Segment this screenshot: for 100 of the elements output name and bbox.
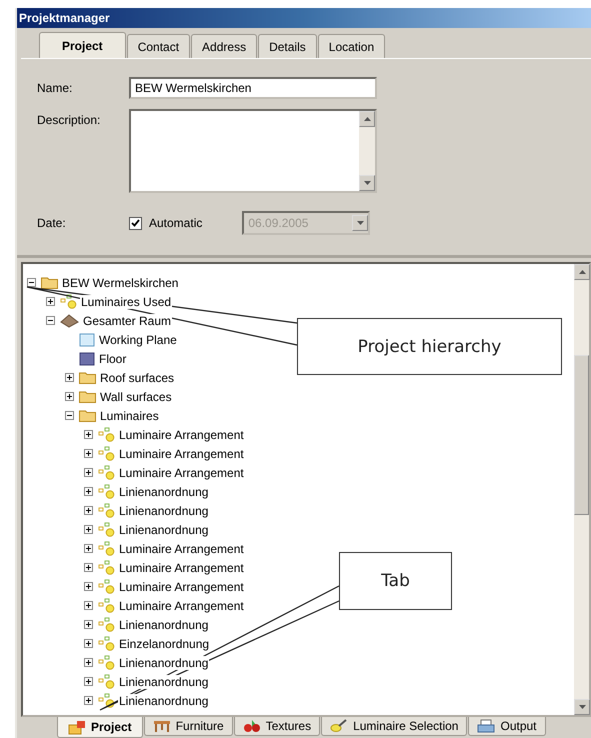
luminaire-group-icon	[60, 294, 77, 309]
tab[interactable]: Furniture	[144, 717, 233, 736]
tree-item[interactable]: Linienanordnung	[118, 656, 210, 670]
tree-item[interactable]: Luminaire Arrangement	[118, 446, 245, 460]
scroll-down-icon	[356, 221, 364, 225]
expand-toggle[interactable]	[65, 373, 74, 382]
tree-item[interactable]: Linienanordnung	[118, 694, 210, 708]
table-icon	[152, 720, 171, 732]
field-label: Name:	[37, 80, 74, 95]
description-field[interactable]	[129, 109, 377, 193]
expand-toggle[interactable]	[84, 677, 93, 686]
tab[interactable]: Contact	[126, 34, 190, 58]
plus-icon	[86, 470, 91, 475]
folder-icon	[41, 276, 58, 289]
texture-icon	[242, 718, 261, 734]
plus-icon	[86, 622, 91, 627]
plus-icon	[48, 299, 53, 304]
tab[interactable]: Output	[468, 717, 546, 736]
tree-item[interactable]: Linienanordnung	[118, 484, 210, 498]
minus-icon	[29, 280, 34, 285]
expand-toggle[interactable]	[84, 449, 93, 458]
expand-toggle[interactable]	[46, 297, 55, 306]
expand-toggle[interactable]	[84, 620, 93, 629]
luminaire-group-icon	[98, 655, 115, 670]
expand-toggle[interactable]	[84, 525, 93, 534]
plus-icon	[86, 698, 91, 703]
plus-icon	[86, 641, 91, 646]
collapse-toggle[interactable]	[46, 316, 55, 325]
folder-icon	[79, 409, 96, 422]
tree-item[interactable]: Wall surfaces	[99, 390, 173, 404]
lamp-icon	[330, 719, 348, 733]
luminaire-group-icon	[98, 560, 115, 575]
callout-label: Project hierarchy	[297, 318, 562, 375]
plane-icon	[79, 332, 95, 346]
callout-label: Tab	[339, 552, 452, 610]
tab[interactable]: Location	[318, 34, 386, 58]
luminaire-group-icon	[98, 541, 115, 556]
luminaire-group-icon	[98, 579, 115, 594]
tree-item[interactable]: Luminaires Used	[80, 294, 172, 308]
folder-icon	[68, 720, 86, 734]
printer-icon	[477, 719, 496, 733]
plus-icon	[86, 527, 91, 532]
expand-toggle[interactable]	[84, 430, 93, 439]
expand-toggle[interactable]	[84, 696, 93, 705]
tree-item[interactable]: Roof surfaces	[99, 370, 176, 384]
luminaire-group-icon	[98, 446, 115, 461]
tree-item[interactable]: Floor	[98, 352, 128, 366]
tree-item[interactable]: Luminaire Arrangement	[118, 428, 245, 442]
plus-icon	[86, 508, 91, 513]
plus-icon	[86, 432, 91, 437]
tab[interactable]: Details	[258, 34, 317, 58]
tree-item[interactable]: Working Plane	[98, 332, 178, 346]
folder-icon	[79, 371, 96, 384]
tree-item[interactable]: Linienanordnung	[118, 674, 210, 688]
collapse-toggle[interactable]	[27, 278, 36, 287]
expand-toggle[interactable]	[84, 639, 93, 648]
plus-icon	[86, 660, 91, 665]
tab[interactable]: Textures	[234, 717, 320, 736]
scroll-up-icon	[364, 117, 370, 121]
scrollbar[interactable]	[574, 264, 589, 715]
tab[interactable]: Address	[191, 34, 258, 58]
expand-toggle[interactable]	[84, 468, 93, 477]
name-field[interactable]: BEW Wermelskirchen	[129, 77, 377, 99]
expand-toggle[interactable]	[84, 563, 93, 572]
expand-toggle[interactable]	[84, 601, 93, 610]
expand-toggle[interactable]	[84, 506, 93, 515]
luminaire-group-icon	[98, 636, 115, 651]
tree-item[interactable]: Linienanordnung	[118, 522, 210, 536]
tree-item[interactable]: Luminaire Arrangement	[118, 466, 245, 480]
expand-toggle[interactable]	[84, 544, 93, 553]
plus-icon	[67, 375, 72, 380]
luminaire-group-icon	[98, 598, 115, 613]
tree-item[interactable]: Einzelanordnung	[118, 636, 210, 650]
luminaire-group-icon	[98, 484, 115, 499]
collapse-toggle[interactable]	[65, 411, 74, 420]
luminaire-group-icon	[98, 465, 115, 480]
tab[interactable]: Luminaire Selection	[321, 717, 468, 736]
tree-item[interactable]: Gesamter Raum	[82, 314, 172, 328]
tree-item[interactable]: Luminaires	[99, 408, 160, 422]
plus-icon	[86, 565, 91, 570]
tree-item[interactable]: Linienanordnung	[118, 504, 210, 518]
tree-item[interactable]: Luminaire Arrangement	[118, 560, 245, 574]
tree-item[interactable]: Luminaire Arrangement	[118, 598, 245, 612]
tab[interactable]: Project	[39, 32, 126, 58]
window-title: Projektmanager	[17, 8, 591, 28]
tree-item[interactable]: Luminaire Arrangement	[118, 580, 245, 594]
floor-icon	[79, 352, 95, 366]
tree-item[interactable]: Linienanordnung	[118, 618, 210, 632]
expand-toggle[interactable]	[65, 392, 74, 401]
expand-toggle[interactable]	[84, 487, 93, 496]
tree-item[interactable]: BEW Wermelskirchen	[61, 276, 180, 290]
expand-toggle[interactable]	[84, 582, 93, 591]
plus-icon	[86, 603, 91, 608]
plus-icon	[86, 546, 91, 551]
tree-item[interactable]: Luminaire Arrangement	[118, 542, 245, 556]
tab[interactable]: Project	[57, 717, 143, 738]
expand-toggle[interactable]	[84, 658, 93, 667]
minus-icon	[48, 318, 53, 323]
check-icon	[131, 219, 140, 227]
luminaire-group-icon	[98, 522, 115, 537]
